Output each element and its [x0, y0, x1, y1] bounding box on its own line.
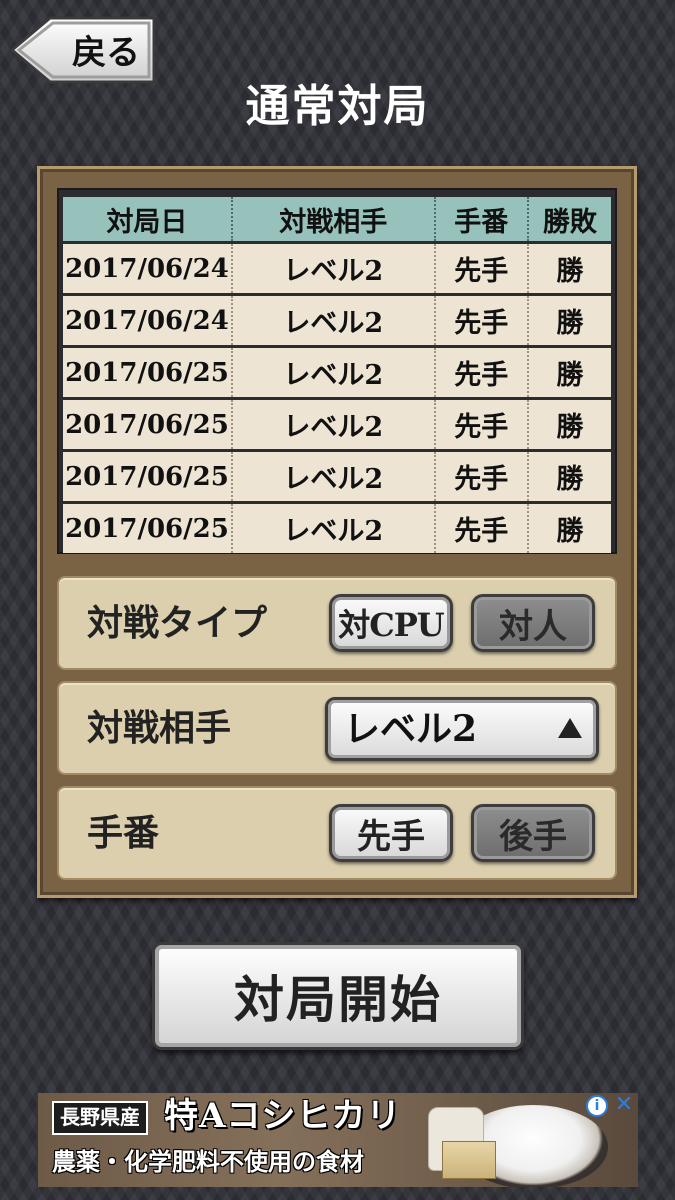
row-opponent: レベル2	[232, 452, 436, 501]
first-move-button[interactable]: 先手	[329, 804, 453, 862]
row-turn: 先手	[435, 452, 529, 501]
row-date: 2017/06/25	[63, 504, 233, 553]
row-turn: 先手	[435, 244, 529, 293]
table-row: 2017/06/25 レベル2 先手 勝	[63, 400, 611, 449]
table-row: 2017/06/25 レベル2 先手 勝	[63, 452, 611, 501]
ad-tag: 長野県産	[52, 1101, 148, 1135]
row-date: 2017/06/25	[63, 348, 233, 397]
second-move-button[interactable]: 後手	[471, 804, 595, 862]
table-row: 2017/06/25 レベル2 先手 勝	[63, 348, 611, 397]
row-turn: 先手	[435, 348, 529, 397]
table-row: 2017/06/24 レベル2 先手 勝	[63, 296, 611, 345]
ad-headline: 特Aコシヒカリ	[164, 1096, 402, 1136]
start-game-button[interactable]: 対局開始	[152, 942, 524, 1050]
vs-human-button[interactable]: 対人	[471, 594, 595, 652]
table-row: 2017/06/24 レベル2 先手 勝	[63, 244, 611, 293]
page-title: 通常対局	[245, 81, 430, 132]
row-result: 勝	[528, 348, 611, 397]
row-result: 勝	[528, 452, 611, 501]
opponent-row: 対戦相手 レベル2	[57, 681, 617, 775]
row-result: 勝	[528, 400, 611, 449]
match-history-table: 対局日 対戦相手 手番 勝敗 2017/06/24 レベル2 先手 勝 2017…	[57, 188, 617, 554]
row-date: 2017/06/25	[63, 452, 233, 501]
turn-label: 手番	[87, 812, 160, 854]
close-icon[interactable]: ✕	[612, 1093, 636, 1117]
column-header-date: 対局日	[63, 197, 233, 241]
opponent-select[interactable]: レベル2	[325, 697, 599, 761]
column-header-turn: 手番	[435, 197, 529, 241]
match-type-label: 対戦タイプ	[87, 602, 268, 644]
row-turn: 先手	[435, 400, 529, 449]
match-type-row: 対戦タイプ 対CPU 対人	[57, 576, 617, 670]
vs-cpu-button[interactable]: 対CPU	[329, 594, 453, 652]
ad-banner[interactable]: 長野県産 特Aコシヒカリ 農薬・化学肥料不使用の食材 i ✕	[38, 1093, 638, 1187]
info-icon[interactable]: i	[586, 1095, 608, 1117]
row-opponent: レベル2	[232, 244, 436, 293]
row-opponent: レベル2	[232, 504, 436, 553]
opponent-select-value: レベル2	[344, 708, 478, 750]
row-turn: 先手	[435, 296, 529, 345]
row-opponent: レベル2	[232, 400, 436, 449]
row-result: 勝	[528, 244, 611, 293]
back-label: 戻る	[72, 32, 140, 73]
column-header-result: 勝敗	[528, 197, 611, 241]
ad-box-image	[442, 1141, 496, 1179]
row-turn: 先手	[435, 504, 529, 553]
row-date: 2017/06/25	[63, 400, 233, 449]
row-date: 2017/06/24	[63, 296, 233, 345]
row-date: 2017/06/24	[63, 244, 233, 293]
turn-row: 手番 先手 後手	[57, 786, 617, 880]
table-row: 2017/06/25 レベル2 先手 勝	[63, 504, 611, 553]
triangle-up-icon	[558, 718, 582, 738]
row-result: 勝	[528, 296, 611, 345]
opponent-label: 対戦相手	[87, 707, 232, 749]
row-opponent: レベル2	[232, 296, 436, 345]
row-result: 勝	[528, 504, 611, 553]
ad-subtext: 農薬・化学肥料不使用の食材	[52, 1147, 364, 1176]
table-header-row: 対局日 対戦相手 手番 勝敗	[63, 197, 611, 241]
column-header-opponent: 対戦相手	[232, 197, 436, 241]
row-opponent: レベル2	[232, 348, 436, 397]
